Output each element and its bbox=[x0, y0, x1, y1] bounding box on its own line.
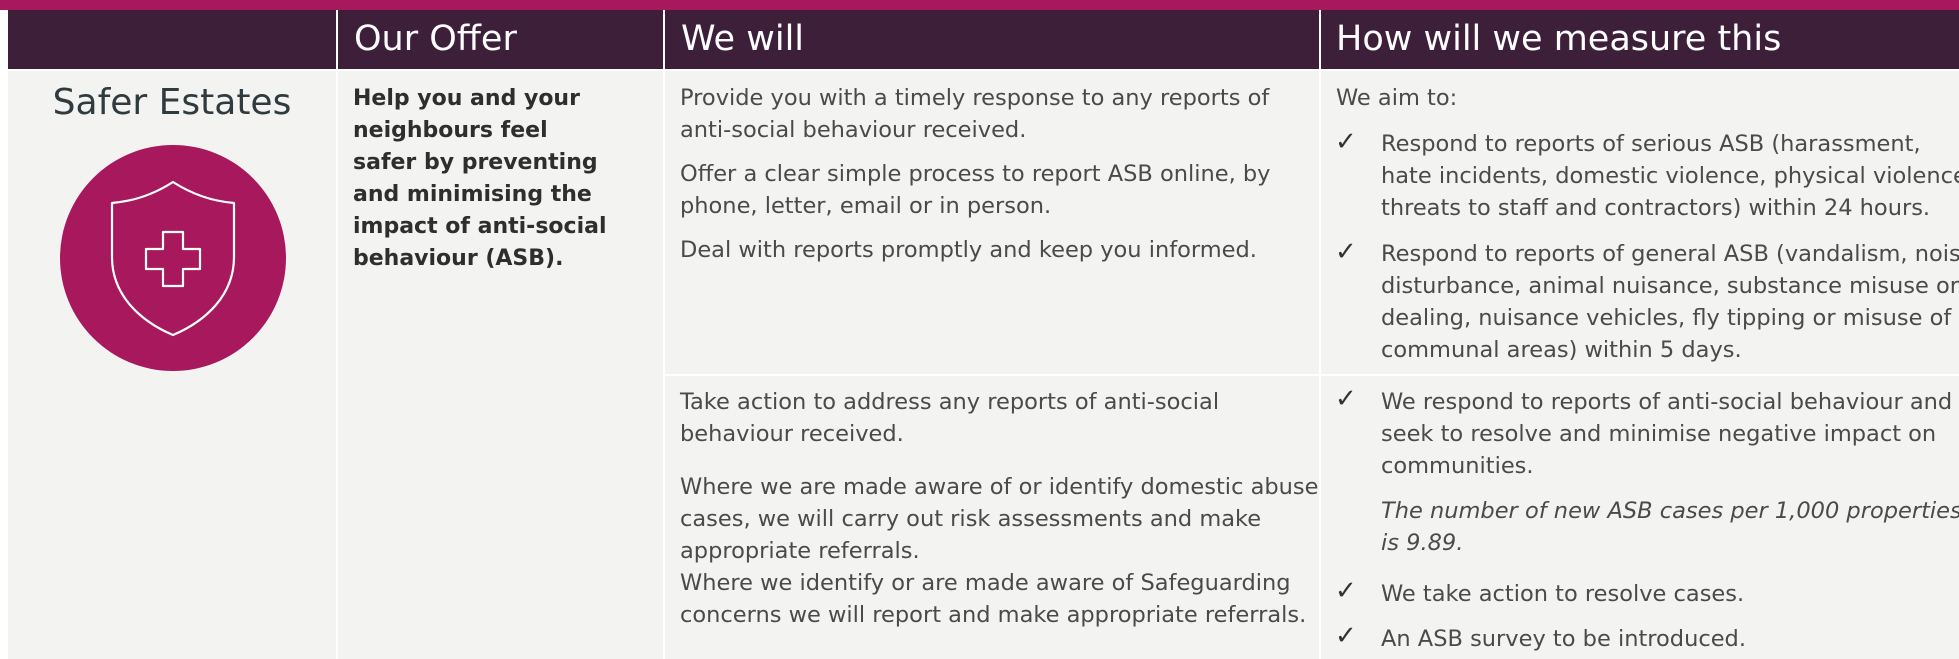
text-line: phone, letter, email or in person. bbox=[680, 193, 1052, 219]
we-will-cell-2: Take action to address any reports of an… bbox=[665, 376, 1319, 659]
header-measure: How will we measure this bbox=[1321, 10, 1959, 69]
measure-intro: We aim to: bbox=[1336, 85, 1458, 111]
header-we-will: We will bbox=[665, 10, 1319, 69]
we-will-cell-1: Provide you with a timely response to an… bbox=[665, 71, 1319, 374]
text-line: The number of new ASB cases per 1,000 pr… bbox=[1381, 498, 1959, 524]
text-line: We respond to reports of anti-social beh… bbox=[1381, 389, 1953, 415]
we-will-paragraph: Take action to address any reports of an… bbox=[680, 386, 1319, 450]
text-line: communal areas) within 5 days. bbox=[1381, 337, 1742, 363]
offer-line: neighbours feel bbox=[353, 118, 548, 143]
text-line: Where we identify or are made aware of S… bbox=[680, 570, 1291, 596]
text-line: disturbance, animal nuisance, substance … bbox=[1381, 273, 1959, 299]
measure-cell-1: We aim to: ✓ Respond to reports of serio… bbox=[1321, 71, 1959, 374]
text-line: is 9.89. bbox=[1381, 530, 1464, 556]
text-line: Deal with reports promptly and keep you … bbox=[680, 237, 1257, 263]
measure-item: We respond to reports of anti-social beh… bbox=[1381, 386, 1952, 482]
text-line: behaviour received. bbox=[680, 421, 904, 447]
header-our-offer: Our Offer bbox=[338, 10, 663, 69]
text-line: cases, we will carry out risk assessment… bbox=[680, 506, 1262, 532]
top-accent-strip bbox=[0, 0, 1959, 10]
text-line: concerns we will report and make appropr… bbox=[680, 602, 1307, 628]
measure-item: An ASB survey to be introduced. bbox=[1381, 626, 1746, 652]
text-line: Take action to address any reports of an… bbox=[680, 389, 1220, 415]
checkmark-icon: ✓ bbox=[1335, 576, 1357, 606]
our-offer-cell: Help you and your neighbours feel safer … bbox=[338, 71, 663, 659]
checkmark-icon: ✓ bbox=[1335, 621, 1357, 651]
text-line: Respond to reports of general ASB (vanda… bbox=[1381, 241, 1959, 267]
offer-line: impact of anti-social bbox=[353, 214, 607, 239]
shield-plus-icon bbox=[60, 145, 286, 371]
measure-item: Respond to reports of general ASB (vanda… bbox=[1381, 238, 1959, 366]
we-will-paragraph: Offer a clear simple process to report A… bbox=[680, 158, 1319, 222]
row-title: Safer Estates bbox=[52, 82, 292, 123]
text-line: seek to resolve and minimise negative im… bbox=[1381, 421, 1937, 447]
checkmark-icon: ✓ bbox=[1335, 127, 1357, 157]
checkmark-icon: ✓ bbox=[1335, 384, 1357, 414]
offer-line: and minimising the bbox=[353, 182, 592, 207]
text-line: dealing, nuisance vehicles, fly tipping … bbox=[1381, 305, 1952, 331]
text-line: threats to staff and contractors) within… bbox=[1381, 195, 1931, 221]
checkmark-icon: ✓ bbox=[1335, 237, 1357, 267]
asb-statistic: The number of new ASB cases per 1,000 pr… bbox=[1381, 495, 1959, 559]
text-line: Offer a clear simple process to report A… bbox=[680, 161, 1271, 187]
text-line: anti-social behaviour received. bbox=[680, 117, 1027, 143]
measure-item: Respond to reports of serious ASB (haras… bbox=[1381, 128, 1959, 224]
we-will-paragraph: Provide you with a timely response to an… bbox=[680, 82, 1319, 146]
measure-item: We take action to resolve cases. bbox=[1381, 581, 1745, 607]
text-line: Provide you with a timely response to an… bbox=[680, 85, 1270, 111]
offer-line: behaviour (ASB). bbox=[353, 246, 564, 271]
text-line: communities. bbox=[1381, 453, 1534, 479]
header-blank-cell bbox=[8, 10, 336, 69]
text-line: hate incidents, domestic violence, physi… bbox=[1381, 163, 1959, 189]
we-will-paragraph: Deal with reports promptly and keep you … bbox=[680, 234, 1319, 266]
we-will-paragraph: Where we are made aware of or identify d… bbox=[680, 471, 1319, 631]
offer-line: safer by preventing bbox=[353, 150, 598, 175]
measure-cell-2: ✓ We respond to reports of anti-social b… bbox=[1321, 376, 1959, 659]
text-line: Where we are made aware of or identify d… bbox=[680, 474, 1319, 500]
row-title-cell: Safer Estates bbox=[8, 71, 336, 659]
text-line: Respond to reports of serious ASB (haras… bbox=[1381, 131, 1921, 157]
offer-line: Help you and your bbox=[353, 86, 580, 111]
text-line: appropriate referrals. bbox=[680, 538, 920, 564]
